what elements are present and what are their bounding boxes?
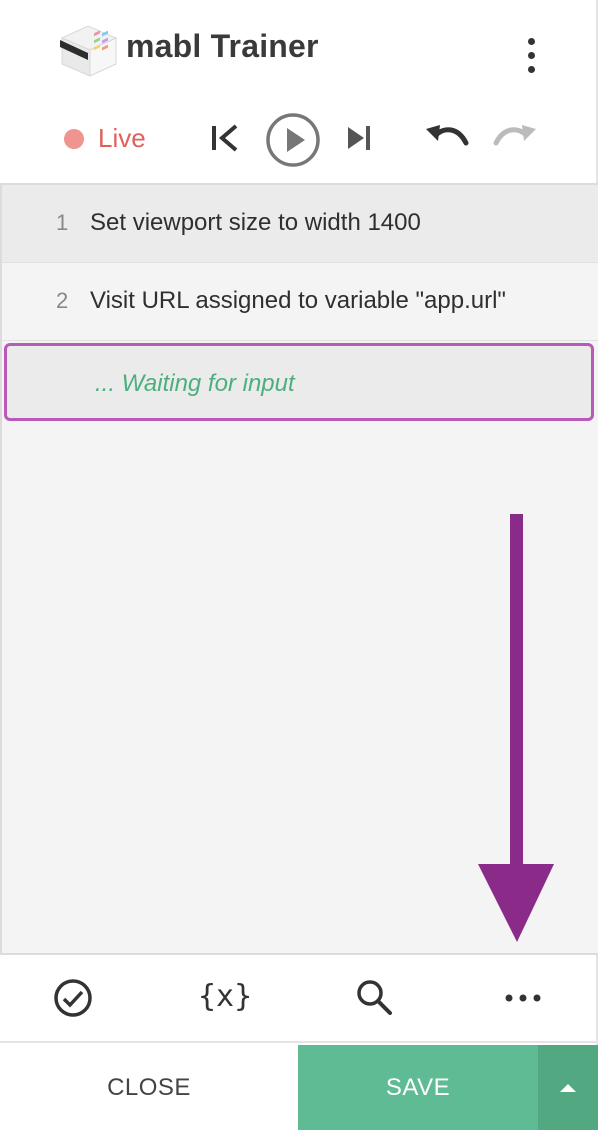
- more-options-icon[interactable]: [504, 985, 542, 1011]
- footer-actions: CLOSE SAVE: [0, 1045, 598, 1130]
- app-title: mabl Trainer: [126, 28, 319, 64]
- trainer-panel: mabl Trainer Live 1 Set viewport size to…: [0, 0, 598, 1130]
- caret-up-icon: [560, 1083, 576, 1092]
- mabl-logo-icon: [60, 25, 118, 77]
- kebab-menu-icon[interactable]: [518, 36, 546, 76]
- step-text: Set viewport size to width 1400: [90, 209, 421, 236]
- annotation-arrow: [478, 514, 554, 942]
- waiting-text: ... Waiting for input: [95, 370, 295, 397]
- live-indicator[interactable]: Live: [64, 123, 146, 154]
- save-button[interactable]: SAVE: [298, 1045, 538, 1130]
- waiting-for-input-step[interactable]: ... Waiting for input: [4, 343, 594, 421]
- step-number: 1: [56, 210, 69, 235]
- close-button[interactable]: CLOSE: [0, 1045, 298, 1130]
- save-options-button[interactable]: [538, 1045, 598, 1130]
- undo-icon[interactable]: [424, 121, 470, 155]
- header: mabl Trainer: [0, 0, 598, 100]
- play-icon[interactable]: [264, 111, 322, 169]
- playback-toolbar: Live: [0, 105, 598, 175]
- assertion-check-icon[interactable]: [52, 977, 94, 1019]
- bottom-toolbar: {x}: [0, 955, 598, 1043]
- step-item[interactable]: 1 Set viewport size to width 1400: [2, 185, 598, 263]
- step-text: Visit URL assigned to variable "app.url": [90, 287, 506, 314]
- step-item[interactable]: 2 Visit URL assigned to variable "app.ur…: [2, 263, 598, 341]
- redo-icon[interactable]: [492, 121, 538, 155]
- step-forward-icon[interactable]: [344, 121, 376, 155]
- variables-icon[interactable]: {x}: [198, 979, 252, 1014]
- skip-to-start-icon[interactable]: [208, 121, 240, 155]
- live-dot-icon: [64, 128, 84, 149]
- search-icon[interactable]: [354, 977, 394, 1017]
- live-label: Live: [98, 123, 146, 153]
- step-number: 2: [56, 288, 69, 313]
